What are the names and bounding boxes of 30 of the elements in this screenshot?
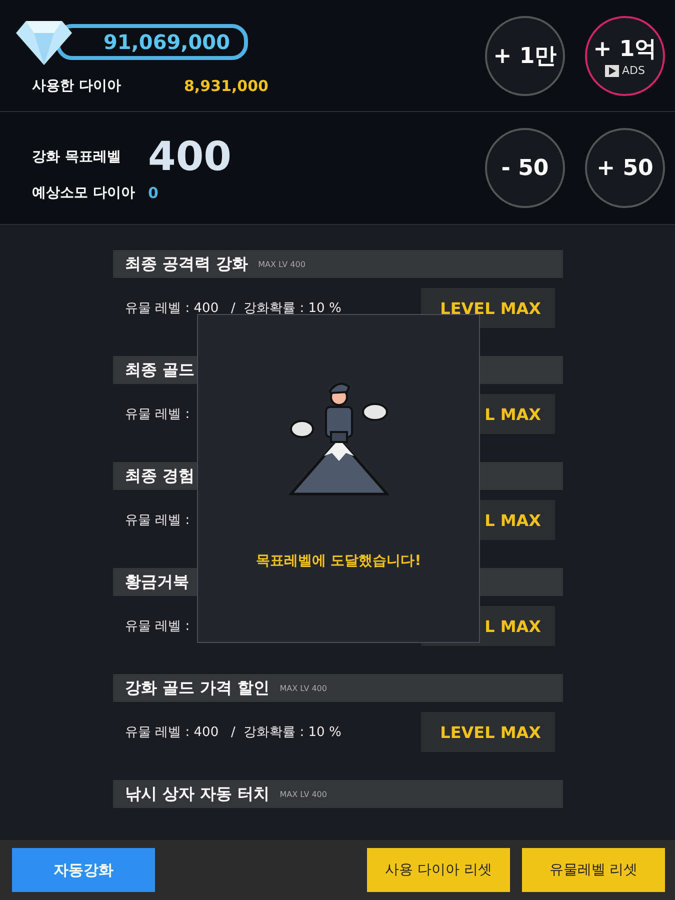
relic-title: 황금거북	[125, 572, 189, 592]
reset-button[interactable]: 사용 다이아 리셋	[367, 848, 510, 892]
relic-level-text: 유물 레벨 :	[125, 406, 190, 423]
level-step-button[interactable]: + 50	[585, 128, 665, 208]
add-diamond-button[interactable]: + 1만	[485, 16, 565, 96]
level-step-button[interactable]: - 50	[485, 128, 565, 208]
target-level-label: 강화 목표레벨	[32, 148, 122, 166]
level-max-button[interactable]: LEVEL MAX	[421, 712, 555, 752]
diamond-balance: 91,069,000	[56, 24, 248, 60]
reset-button[interactable]: 유물레벨 리셋	[522, 848, 665, 892]
relic-title: 낚시 상자 자동 터치	[125, 784, 270, 804]
target-level-value: 400	[148, 134, 232, 180]
cost-value: 0	[148, 184, 158, 202]
relic-title: 최종 골드	[125, 360, 195, 380]
cost-label: 예상소모 다이아	[32, 184, 136, 202]
relic-level-text: 유물 레벨 : 400 / 강화확률 : 10 %	[125, 724, 342, 741]
max-level-label: MAX LV 400	[280, 684, 327, 692]
max-level-label: MAX LV 400	[280, 790, 327, 798]
max-level-label: MAX LV 400	[258, 260, 306, 268]
used-diamond-value: 8,931,000	[184, 76, 268, 94]
relic-title: 최종 경험	[125, 466, 195, 486]
relic-level-text: 유물 레벨 : 400 / 강화확률 : 10 %	[125, 300, 342, 317]
relic-title: 최종 공격력 강화	[125, 254, 248, 274]
play-icon	[605, 64, 619, 76]
relic-title: 강화 골드 가격 할인	[125, 678, 270, 698]
relic-level-text: 유물 레벨 :	[125, 618, 190, 635]
dialog-message: 목표레벨에 도달했습니다!	[256, 552, 422, 570]
used-diamond-label: 사용한 다이아	[32, 76, 122, 94]
add-diamond-button[interactable]: + 1억 ADS	[585, 16, 665, 96]
relic-level-text: 유물 레벨 :	[125, 512, 190, 529]
